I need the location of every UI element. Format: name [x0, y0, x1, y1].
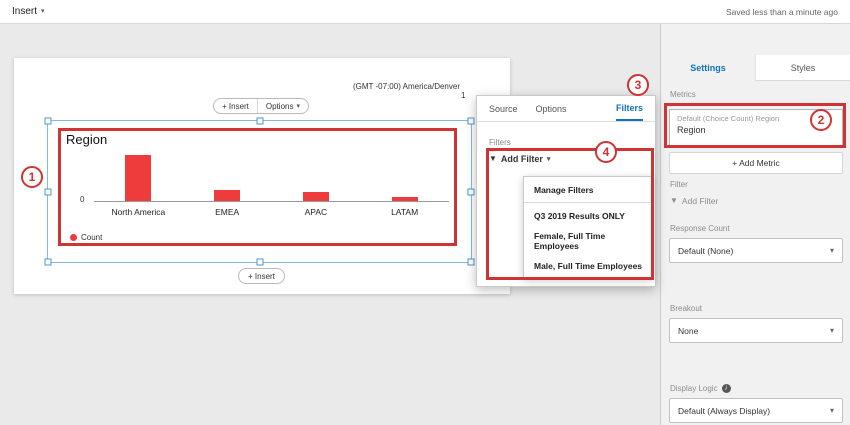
response-count-label: Response Count [670, 224, 730, 233]
selection-handle[interactable] [256, 118, 263, 125]
report-canvas: (GMT -07:00) America/Denver 1 + Insert O… [0, 24, 660, 425]
bar-column [183, 150, 272, 201]
menu-item-male-fte[interactable]: Male, Full Time Employees [524, 253, 652, 278]
response-count-select[interactable]: Default (None) ▾ [669, 238, 843, 263]
category-label: EMEA [183, 207, 272, 217]
selection-handle[interactable] [468, 259, 475, 266]
menu-item-q3-results[interactable]: Q3 2019 Results ONLY [524, 203, 652, 228]
page-marker: 1 [461, 91, 465, 100]
bar-column [360, 150, 449, 201]
settings-sidebar: Settings Styles Metrics Default (Choice … [660, 24, 850, 425]
bar-column [272, 150, 361, 201]
sidebar-add-filter-button[interactable]: ▼ Add Filter [670, 196, 718, 206]
chevron-down-icon: ▾ [296, 103, 300, 110]
selected-chart-widget[interactable]: Region 0 North AmericaEMEAAPACLATAM Coun… [47, 120, 472, 263]
chevron-down-icon: ▾ [547, 156, 551, 163]
display-logic-label-text: Display Logic [670, 384, 718, 393]
chevron-down-icon: ▾ [830, 327, 834, 335]
bar-column [94, 150, 183, 201]
metrics-section-label: Metrics [670, 90, 696, 99]
breakout-label: Breakout [670, 304, 702, 313]
chart-title: Region [66, 132, 107, 147]
tab-settings[interactable]: Settings [661, 55, 755, 81]
bar-north-america [125, 155, 151, 201]
selection-handle[interactable] [45, 188, 52, 195]
sidebar-add-filter-label: Add Filter [682, 196, 718, 206]
bar-emea [214, 190, 240, 201]
filters-section-label: Filters [489, 138, 511, 147]
insert-menu[interactable]: Insert ▾ [12, 6, 45, 17]
add-filter-menu: Manage Filters Q3 2019 Results ONLY Fema… [523, 176, 653, 279]
bar-latam [392, 197, 418, 201]
annotation-circle-3: 3 [627, 74, 649, 96]
response-count-value: Default (None) [678, 246, 733, 256]
insert-below-label: + Insert [248, 272, 275, 281]
legend-label: Count [81, 233, 102, 242]
chart-legend: Count [70, 233, 102, 242]
category-label: LATAM [360, 207, 449, 217]
add-metric-button[interactable]: + Add Metric [669, 152, 843, 174]
legend-dot-icon [70, 234, 77, 241]
selection-handle[interactable] [256, 259, 263, 266]
category-label: North America [94, 207, 183, 217]
add-filter-dropdown[interactable]: ▼ Add Filter ▾ [489, 154, 550, 164]
annotation-circle-1: 1 [21, 166, 43, 188]
annotation-circle-4: 4 [595, 141, 617, 163]
chevron-down-icon: ▾ [830, 407, 834, 415]
chevron-down-icon: ▾ [830, 247, 834, 255]
display-logic-select[interactable]: Default (Always Display) ▾ [669, 398, 843, 423]
top-menubar: Insert ▾ Saved less than a minute ago [0, 0, 850, 24]
category-label: APAC [272, 207, 361, 217]
report-page[interactable]: (GMT -07:00) America/Denver 1 + Insert O… [14, 58, 510, 294]
add-metric-label: + Add Metric [732, 158, 779, 168]
filter-section-label: Filter [670, 180, 688, 189]
tab-options[interactable]: Options [536, 96, 567, 121]
breakout-select[interactable]: None ▾ [669, 318, 843, 343]
breakout-value: None [678, 326, 698, 336]
selection-handle[interactable] [468, 188, 475, 195]
widget-options-button[interactable]: Options ▾ [257, 99, 308, 113]
sidebar-tabs: Settings Styles [661, 55, 850, 81]
display-logic-value: Default (Always Display) [678, 406, 770, 416]
tab-styles[interactable]: Styles [755, 55, 850, 81]
insert-below-button[interactable]: + Insert [238, 268, 285, 284]
app-window: Insert ▾ Saved less than a minute ago (G… [0, 0, 850, 425]
save-status: Saved less than a minute ago [726, 7, 838, 17]
widget-insert-label: + Insert [222, 102, 249, 111]
widget-toolbar: + Insert Options ▾ [213, 98, 309, 114]
filter-funnel-icon: ▼ [489, 155, 497, 163]
chart-plot [94, 150, 449, 202]
info-icon[interactable]: i [722, 384, 731, 393]
menu-item-manage-filters[interactable]: Manage Filters [524, 177, 652, 202]
bar-apac [303, 192, 329, 201]
selection-handle[interactable] [45, 118, 52, 125]
floating-filter-panel: Source Options Filters Filters ▼ Add Fil… [476, 95, 656, 287]
timezone-label: (GMT -07:00) America/Denver [353, 82, 460, 91]
insert-menu-label: Insert [12, 6, 37, 17]
menu-item-female-fte[interactable]: Female, Full Time Employees [524, 228, 652, 253]
tab-source[interactable]: Source [489, 96, 518, 121]
filter-funnel-icon: ▼ [670, 197, 678, 205]
selection-handle[interactable] [468, 118, 475, 125]
add-filter-label: Add Filter [501, 154, 543, 164]
widget-options-label: Options [266, 102, 294, 111]
display-logic-label: Display Logic i [670, 384, 731, 393]
y-axis-tick-label: 0 [80, 195, 84, 204]
tab-filters[interactable]: Filters [616, 96, 643, 121]
chart-category-labels: North AmericaEMEAAPACLATAM [94, 207, 449, 217]
chevron-down-icon: ▾ [41, 8, 45, 15]
selection-handle[interactable] [45, 259, 52, 266]
floating-panel-tabs: Source Options Filters [477, 96, 655, 122]
widget-insert-button[interactable]: + Insert [214, 99, 257, 113]
annotation-circle-2: 2 [810, 109, 832, 131]
